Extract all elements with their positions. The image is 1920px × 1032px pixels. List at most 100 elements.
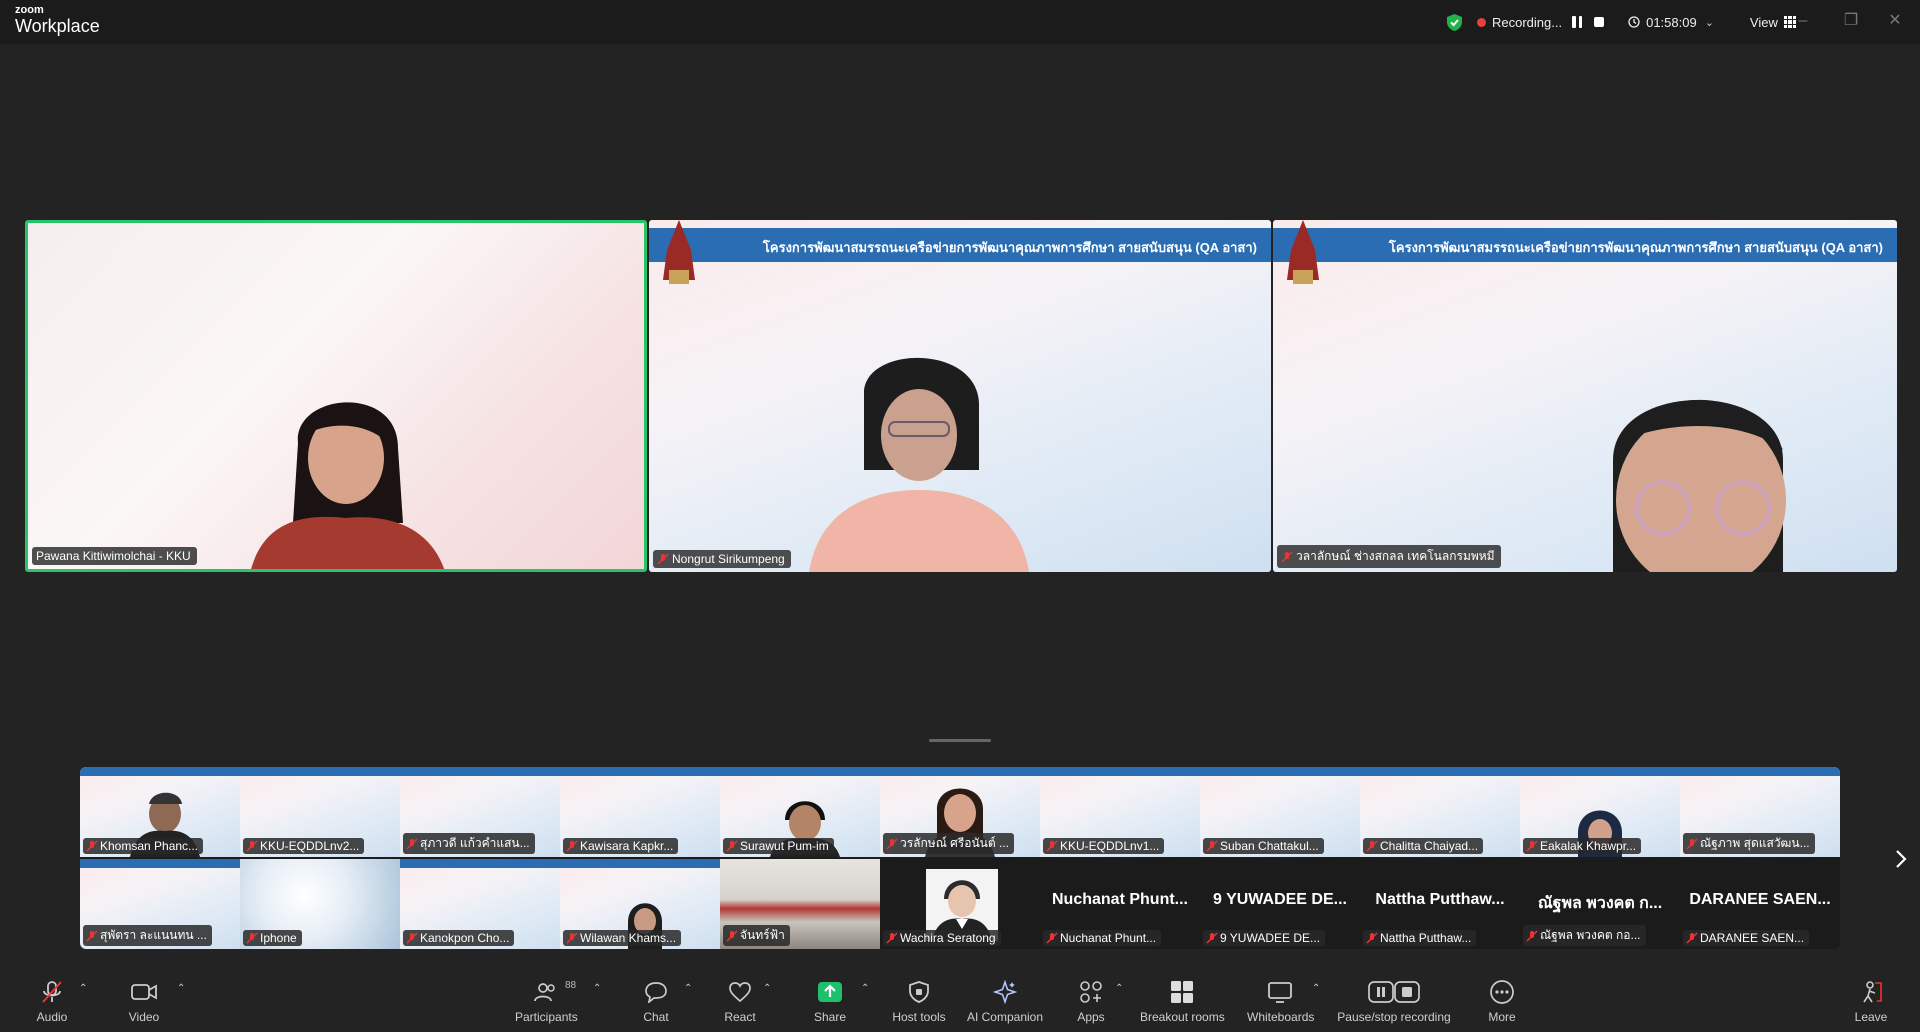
- video-camera-icon: [131, 984, 157, 1000]
- video-tile[interactable]: โครงการพัฒนาสมรรถนะเครือข่ายการพัฒนาคุณภ…: [1273, 220, 1897, 572]
- participant-name: Wachira Seratong: [900, 931, 996, 945]
- host-tools-button[interactable]: Host tools: [886, 980, 952, 1024]
- pause-stop-recording-button[interactable]: Pause/stop recording: [1336, 980, 1452, 1024]
- share-button[interactable]: Share: [810, 980, 850, 1024]
- leave-button[interactable]: Leave: [1851, 980, 1891, 1024]
- whiteboards-button[interactable]: Whiteboards: [1247, 980, 1314, 1024]
- gallery-tile[interactable]: Suban Chattakul...: [1200, 767, 1360, 857]
- participant-name: Eakalak Khawpr...: [1540, 839, 1637, 853]
- resize-handle[interactable]: [929, 739, 991, 742]
- participant-name: Nuchanat Phunt...: [1060, 931, 1157, 945]
- gallery-tile[interactable]: จันทร์ฟ้า: [720, 859, 880, 949]
- mic-muted-icon: [406, 837, 418, 850]
- heart-icon: [729, 982, 751, 1003]
- gallery-tile[interactable]: ณัฐพล พวงคต ก... ณัฐพล พวงคต กอ...: [1520, 859, 1680, 949]
- audio-button[interactable]: Audio: [32, 980, 72, 1024]
- participants-button[interactable]: 88 Participants: [515, 980, 578, 1024]
- speaker-name: Nongrut Sirikumpeng: [672, 552, 785, 566]
- host-tools-label: Host tools: [892, 1010, 946, 1024]
- gallery-tile[interactable]: สุพัตรา ละแนนทน ...: [80, 859, 240, 949]
- participants-options-caret-icon[interactable]: ⌃: [593, 983, 605, 994]
- gallery-tile[interactable]: Iphone: [240, 859, 400, 949]
- close-icon[interactable]: ✕: [1885, 11, 1905, 31]
- mic-muted-icon: [1366, 840, 1378, 852]
- participant-name: Nattha Putthaw...: [1380, 931, 1472, 945]
- banner-text: โครงการพัฒนาสมรรถนะเครือข่ายการพัฒนาคุณภ…: [762, 240, 1257, 255]
- view-button[interactable]: View: [1750, 15, 1796, 30]
- share-screen-icon: [818, 982, 842, 1002]
- participant-display-name: Nuchanat Phunt...: [1052, 891, 1188, 908]
- video-options-caret-icon[interactable]: ⌃: [177, 983, 189, 994]
- gallery-tile[interactable]: DARANEE SAEN... DARANEE SAEN...: [1680, 859, 1840, 949]
- mic-muted-icon: [886, 932, 898, 944]
- mic-muted-icon: [246, 932, 258, 944]
- participant-name: สุภาวดี แก้วคำแสน...: [420, 836, 530, 850]
- gallery-tile[interactable]: วรลักษณ์ ศรีอนันต์ ...: [880, 767, 1040, 857]
- gallery-tile[interactable]: KKU-EQDDLnv2...: [240, 767, 400, 857]
- ai-companion-button[interactable]: AI Companion: [964, 980, 1046, 1024]
- chat-options-caret-icon[interactable]: ⌃: [684, 983, 696, 994]
- participant-name: Kanokpon Cho...: [420, 931, 510, 945]
- react-options-caret-icon[interactable]: ⌃: [763, 983, 775, 994]
- apps-button[interactable]: Apps: [1071, 980, 1111, 1024]
- gallery-tile[interactable]: 9 YUWADEE DE... 9 YUWADEE DE...: [1200, 859, 1360, 949]
- more-button[interactable]: More: [1482, 980, 1522, 1024]
- university-emblem-icon: [1287, 220, 1319, 284]
- leave-icon: [1863, 981, 1882, 1003]
- speaker-row: Pawana Kittiwimolchai - KKU โครงการพัฒนา…: [25, 220, 1897, 572]
- view-label: View: [1749, 14, 1778, 30]
- participant-name-tag: Surawut Pum-im: [723, 838, 834, 854]
- mic-muted-icon: [1366, 932, 1378, 944]
- participants-icon: [534, 983, 555, 1002]
- whiteboard-icon: [1268, 982, 1292, 1003]
- brand-top: zoom: [15, 4, 44, 16]
- participant-name-tag: KKU-EQDDLnv2...: [243, 838, 365, 854]
- gallery-tile[interactable]: KKU-EQDDLnv1...: [1040, 767, 1200, 857]
- whiteboards-options-caret-icon[interactable]: ⌃: [1312, 983, 1324, 994]
- video-button[interactable]: Video: [124, 980, 164, 1024]
- video-tile[interactable]: โครงการพัฒนาสมรรถนะเครือข่ายการพัฒนาคุณภ…: [649, 220, 1271, 572]
- gallery-tile[interactable]: ณัฐภาพ สุดแสวัฒน...: [1680, 767, 1840, 857]
- sparkle-icon: [993, 980, 1017, 1004]
- participant-name-tag: Nuchanat Phunt...: [1043, 930, 1162, 946]
- gallery-tile[interactable]: Surawut Pum-im: [720, 767, 880, 857]
- participant-name: Surawut Pum-im: [740, 839, 829, 853]
- participant-name-tag: สุภาวดี แก้วคำแสน...: [403, 833, 535, 854]
- participants-count: 88: [565, 980, 577, 991]
- gallery-tile[interactable]: Nuchanat Phunt... Nuchanat Phunt...: [1040, 859, 1200, 949]
- stop-recording-icon[interactable]: [1592, 15, 1606, 29]
- gallery-tile[interactable]: Khomsan Phanc...: [80, 767, 240, 857]
- breakout-rooms-button[interactable]: Breakout rooms: [1140, 980, 1225, 1024]
- gallery-tile[interactable]: Kanokpon Cho...: [400, 859, 560, 949]
- participant-video: [251, 402, 445, 569]
- audio-options-caret-icon[interactable]: ⌃: [79, 983, 91, 994]
- minimize-icon[interactable]: –: [1793, 11, 1813, 31]
- ai-companion-label: AI Companion: [966, 1010, 1044, 1024]
- share-options-caret-icon[interactable]: ⌃: [861, 983, 873, 994]
- gallery-tile[interactable]: Kawisara Kapkr...: [560, 767, 720, 857]
- chevron-right-icon[interactable]: [1893, 848, 1909, 870]
- gallery-tile[interactable]: Wilawan Khams...: [560, 859, 720, 949]
- encryption-shield-icon[interactable]: [1446, 13, 1463, 32]
- gallery-tile[interactable]: Nattha Putthaw... Nattha Putthaw...: [1360, 859, 1520, 949]
- gallery-tile[interactable]: สุภาวดี แก้วคำแสน...: [400, 767, 560, 857]
- restore-icon[interactable]: ❐: [1841, 11, 1861, 31]
- pause-recording-icon[interactable]: [1570, 15, 1584, 29]
- react-button[interactable]: React: [720, 980, 760, 1024]
- chevron-down-icon[interactable]: ⌄: [1705, 16, 1714, 29]
- gallery-tile[interactable]: Chalitta Chaiyad...: [1360, 767, 1520, 857]
- chat-button[interactable]: Chat: [636, 980, 676, 1024]
- participant-name: สุพัตรา ละแนนทน ...: [100, 928, 207, 942]
- participant-display-name: 9 YUWADEE DE...: [1213, 891, 1347, 908]
- mic-muted-icon: [657, 553, 669, 565]
- apps-label: Apps: [1077, 1010, 1105, 1024]
- participant-name: 9 YUWADEE DE...: [1220, 931, 1321, 945]
- gallery-tile[interactable]: Wachira Seratong: [880, 859, 1040, 949]
- chat-icon: [645, 982, 667, 1003]
- video-tile-active-speaker[interactable]: Pawana Kittiwimolchai - KKU: [25, 220, 647, 572]
- apps-options-caret-icon[interactable]: ⌃: [1115, 983, 1127, 994]
- gallery-tile[interactable]: Eakalak Khawpr...: [1520, 767, 1680, 857]
- participant-name-tag: สุพัตรา ละแนนทน ...: [83, 925, 212, 946]
- participant-name: KKU-EQDDLnv1...: [1060, 839, 1160, 853]
- mic-muted-icon: [1686, 932, 1698, 944]
